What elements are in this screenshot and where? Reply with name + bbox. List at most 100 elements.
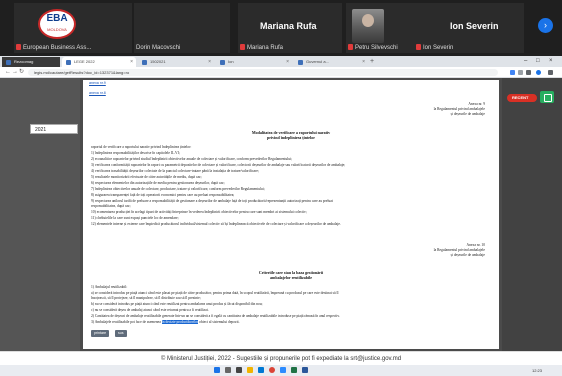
file-explorer-icon[interactable]: [247, 367, 253, 373]
left-panel: [0, 78, 80, 351]
doc-paragraph: 1) îndeplinirea responsabilităților desc…: [91, 151, 180, 155]
participant-name: Mariana Rufa: [238, 43, 283, 53]
eba-logo: EBA MOLDOVA: [38, 9, 76, 39]
annex-header-line: Anexa nr. 9: [468, 102, 485, 106]
page-footer: © Ministerul Justiției, 2022 - Sugestiil…: [0, 351, 562, 365]
favicon-icon: [298, 60, 303, 65]
close-icon[interactable]: ×: [130, 57, 133, 67]
close-window-icon[interactable]: ×: [549, 56, 553, 67]
participant-video: [352, 9, 384, 43]
participant-tile[interactable]: Mariana Rufa Mariana Rufa: [238, 3, 342, 53]
annex-header-line: și deșeurile de ambalaje: [450, 253, 485, 257]
url-input[interactable]: legis.md/cautare/getResults?doc_id=13237…: [28, 69, 498, 76]
doc-paragraph: 9) respectarea anilorul tarifă de prelua…: [91, 199, 333, 203]
doc-paragraph: 11) cheltuielile la care sunt expuși pun…: [91, 216, 179, 220]
excel-icon[interactable]: [291, 367, 297, 373]
forward-icon[interactable]: →: [12, 67, 18, 78]
clock[interactable]: 12:23: [532, 365, 542, 376]
chevron-right-icon[interactable]: ›: [538, 18, 553, 33]
mic-off-icon: [416, 44, 421, 51]
doc-paragraph: responsabilitatea, după caz;: [91, 204, 131, 208]
participant-name: Petru Silvevschi: [346, 43, 398, 53]
windows-start-icon[interactable]: [214, 367, 220, 373]
section-title: ambalajelor reutilizabile: [270, 275, 312, 280]
annex-header-line: la Regulamentul privind ambalajele: [433, 248, 485, 252]
doc-paragraph: 7) îndeplinirea obiectivelor anuale de c…: [91, 187, 265, 191]
window-toggle-button[interactable]: [540, 91, 554, 103]
task-view-icon[interactable]: [236, 367, 242, 373]
doc-paragraph: 8) asigurarea transparenței față de toți…: [91, 193, 235, 197]
video-call-strip: EBA MOLDOVA European Business Ass... Dor…: [0, 0, 562, 56]
word-icon[interactable]: [302, 367, 308, 373]
tab-ion[interactable]: Ion ×: [216, 57, 292, 67]
address-bar-row: ← → ↻ legis.md/cautare/getResults?doc_id…: [0, 67, 562, 78]
doc-paragraph: 3) verificarea conformității rapoartelor…: [91, 163, 346, 167]
close-icon[interactable]: ×: [208, 57, 211, 67]
doc-paragraph: a) se consideră introdus pe piață atunci…: [91, 291, 339, 295]
mic-off-icon: [348, 44, 353, 51]
year-select[interactable]: 2021: [30, 124, 78, 134]
close-icon[interactable]: ×: [362, 57, 365, 67]
doc-paragraph: 1) Ambalajul reutilizabil:: [91, 285, 128, 289]
back-icon[interactable]: ←: [5, 67, 11, 78]
os-taskbar: 12:23: [0, 365, 562, 376]
participant-tile[interactable]: EBA MOLDOVA European Business Ass...: [14, 3, 132, 53]
extensions-puzzle-icon[interactable]: [526, 70, 531, 75]
tab-document[interactable]: 1502021 ×: [138, 57, 214, 67]
extension-icon[interactable]: [510, 70, 515, 75]
favicon-icon: [220, 60, 225, 65]
doc-paragraph: 10) ecomentarea producției în acelagi ti…: [91, 210, 307, 214]
minimize-icon[interactable]: –: [524, 56, 527, 67]
scroll-top-button[interactable]: sus: [115, 330, 127, 337]
tab-guvernul[interactable]: Guvernul a... ×: [294, 57, 368, 67]
close-icon[interactable]: ×: [286, 57, 289, 67]
new-tab-button[interactable]: +: [370, 56, 374, 67]
doc-paragraph: însoțească, să îl protejeze, să îl manip…: [91, 296, 201, 300]
participant-name: Ion Severin: [414, 43, 453, 53]
recent-badge[interactable]: RECENT: [507, 94, 537, 102]
reload-icon[interactable]: ↻: [19, 67, 24, 78]
zoom-icon[interactable]: [280, 367, 286, 373]
doc-paragraph: raportul de verificare a raportului nara…: [91, 145, 192, 149]
favicon-icon: [6, 60, 11, 65]
annex-link[interactable]: anexa nr.8: [89, 91, 106, 95]
mic-off-icon: [240, 44, 245, 51]
selected-text[interactable]: în decizie productiborilor: [161, 320, 199, 324]
doc-paragraph: c) nu se consideră deșeu de ambalaj atun…: [91, 308, 209, 312]
menu-dots-icon[interactable]: [548, 70, 553, 75]
maximize-icon[interactable]: □: [536, 56, 540, 67]
annex-link[interactable]: anexa nr.9: [89, 81, 106, 85]
participant-name-large: Mariana Rufa: [260, 21, 317, 31]
doc-paragraph: 2) ecoanalitice rapoartelor privind stud…: [91, 157, 293, 161]
extension-icon[interactable]: [518, 70, 523, 75]
edge-icon[interactable]: [258, 367, 264, 373]
annex-header-line: la Regulamentul privind ambalajele: [433, 107, 485, 111]
right-panel: [502, 78, 562, 351]
profile-avatar[interactable]: [536, 70, 541, 75]
annex-header-line: și deșeurile de ambalaje: [450, 112, 485, 116]
document-page: anexa nr.9 anexa nr.8 Anexa nr. 9 la Reg…: [83, 80, 499, 349]
annex-header-line: Anexa nr. 10: [466, 243, 485, 247]
doc-paragraph: 2) Cantitatea de deșeuri de ambalaje reu…: [91, 314, 340, 318]
participant-tile[interactable]: Dorin Macovschi: [134, 3, 230, 53]
doc-paragraph: 6) respectarea elementelor din autorizaț…: [91, 181, 225, 185]
doc-paragraph: 12) elementele interne și externe care î…: [91, 222, 341, 226]
print-button[interactable]: printare: [91, 330, 110, 337]
doc-paragraph: 4) verificarea trasabilității deșeurilor…: [91, 169, 259, 173]
participant-name: European Business Ass...: [14, 43, 91, 53]
chrome-icon[interactable]: [269, 367, 275, 373]
browser-tab-strip: Rezoomag LEGE 2022 × 1502021 × Ion × Guvern…: [0, 56, 562, 67]
doc-paragraph: 3) Ambalajele reutilizabile pot face de …: [91, 320, 240, 324]
doc-paragraph: b) nu se consideră introdus pe piață atu…: [91, 302, 263, 306]
favicon-icon: [66, 60, 71, 65]
search-icon[interactable]: [225, 367, 231, 373]
section-title: privind îndeplinirea țintelor: [267, 135, 315, 140]
tab-lege[interactable]: LEGE 2022 ×: [62, 57, 136, 67]
participant-name-large: Ion Severin: [450, 21, 499, 31]
tab-rezoomag[interactable]: Rezoomag: [2, 57, 60, 67]
favicon-icon: [142, 60, 147, 65]
participant-name: Dorin Macovschi: [136, 45, 181, 51]
doc-paragraph: 5) rezultatele monitorizării efectuate d…: [91, 175, 202, 179]
participant-tile[interactable]: Ion Severin Ion Severin: [414, 3, 524, 53]
mic-off-icon: [16, 44, 21, 51]
